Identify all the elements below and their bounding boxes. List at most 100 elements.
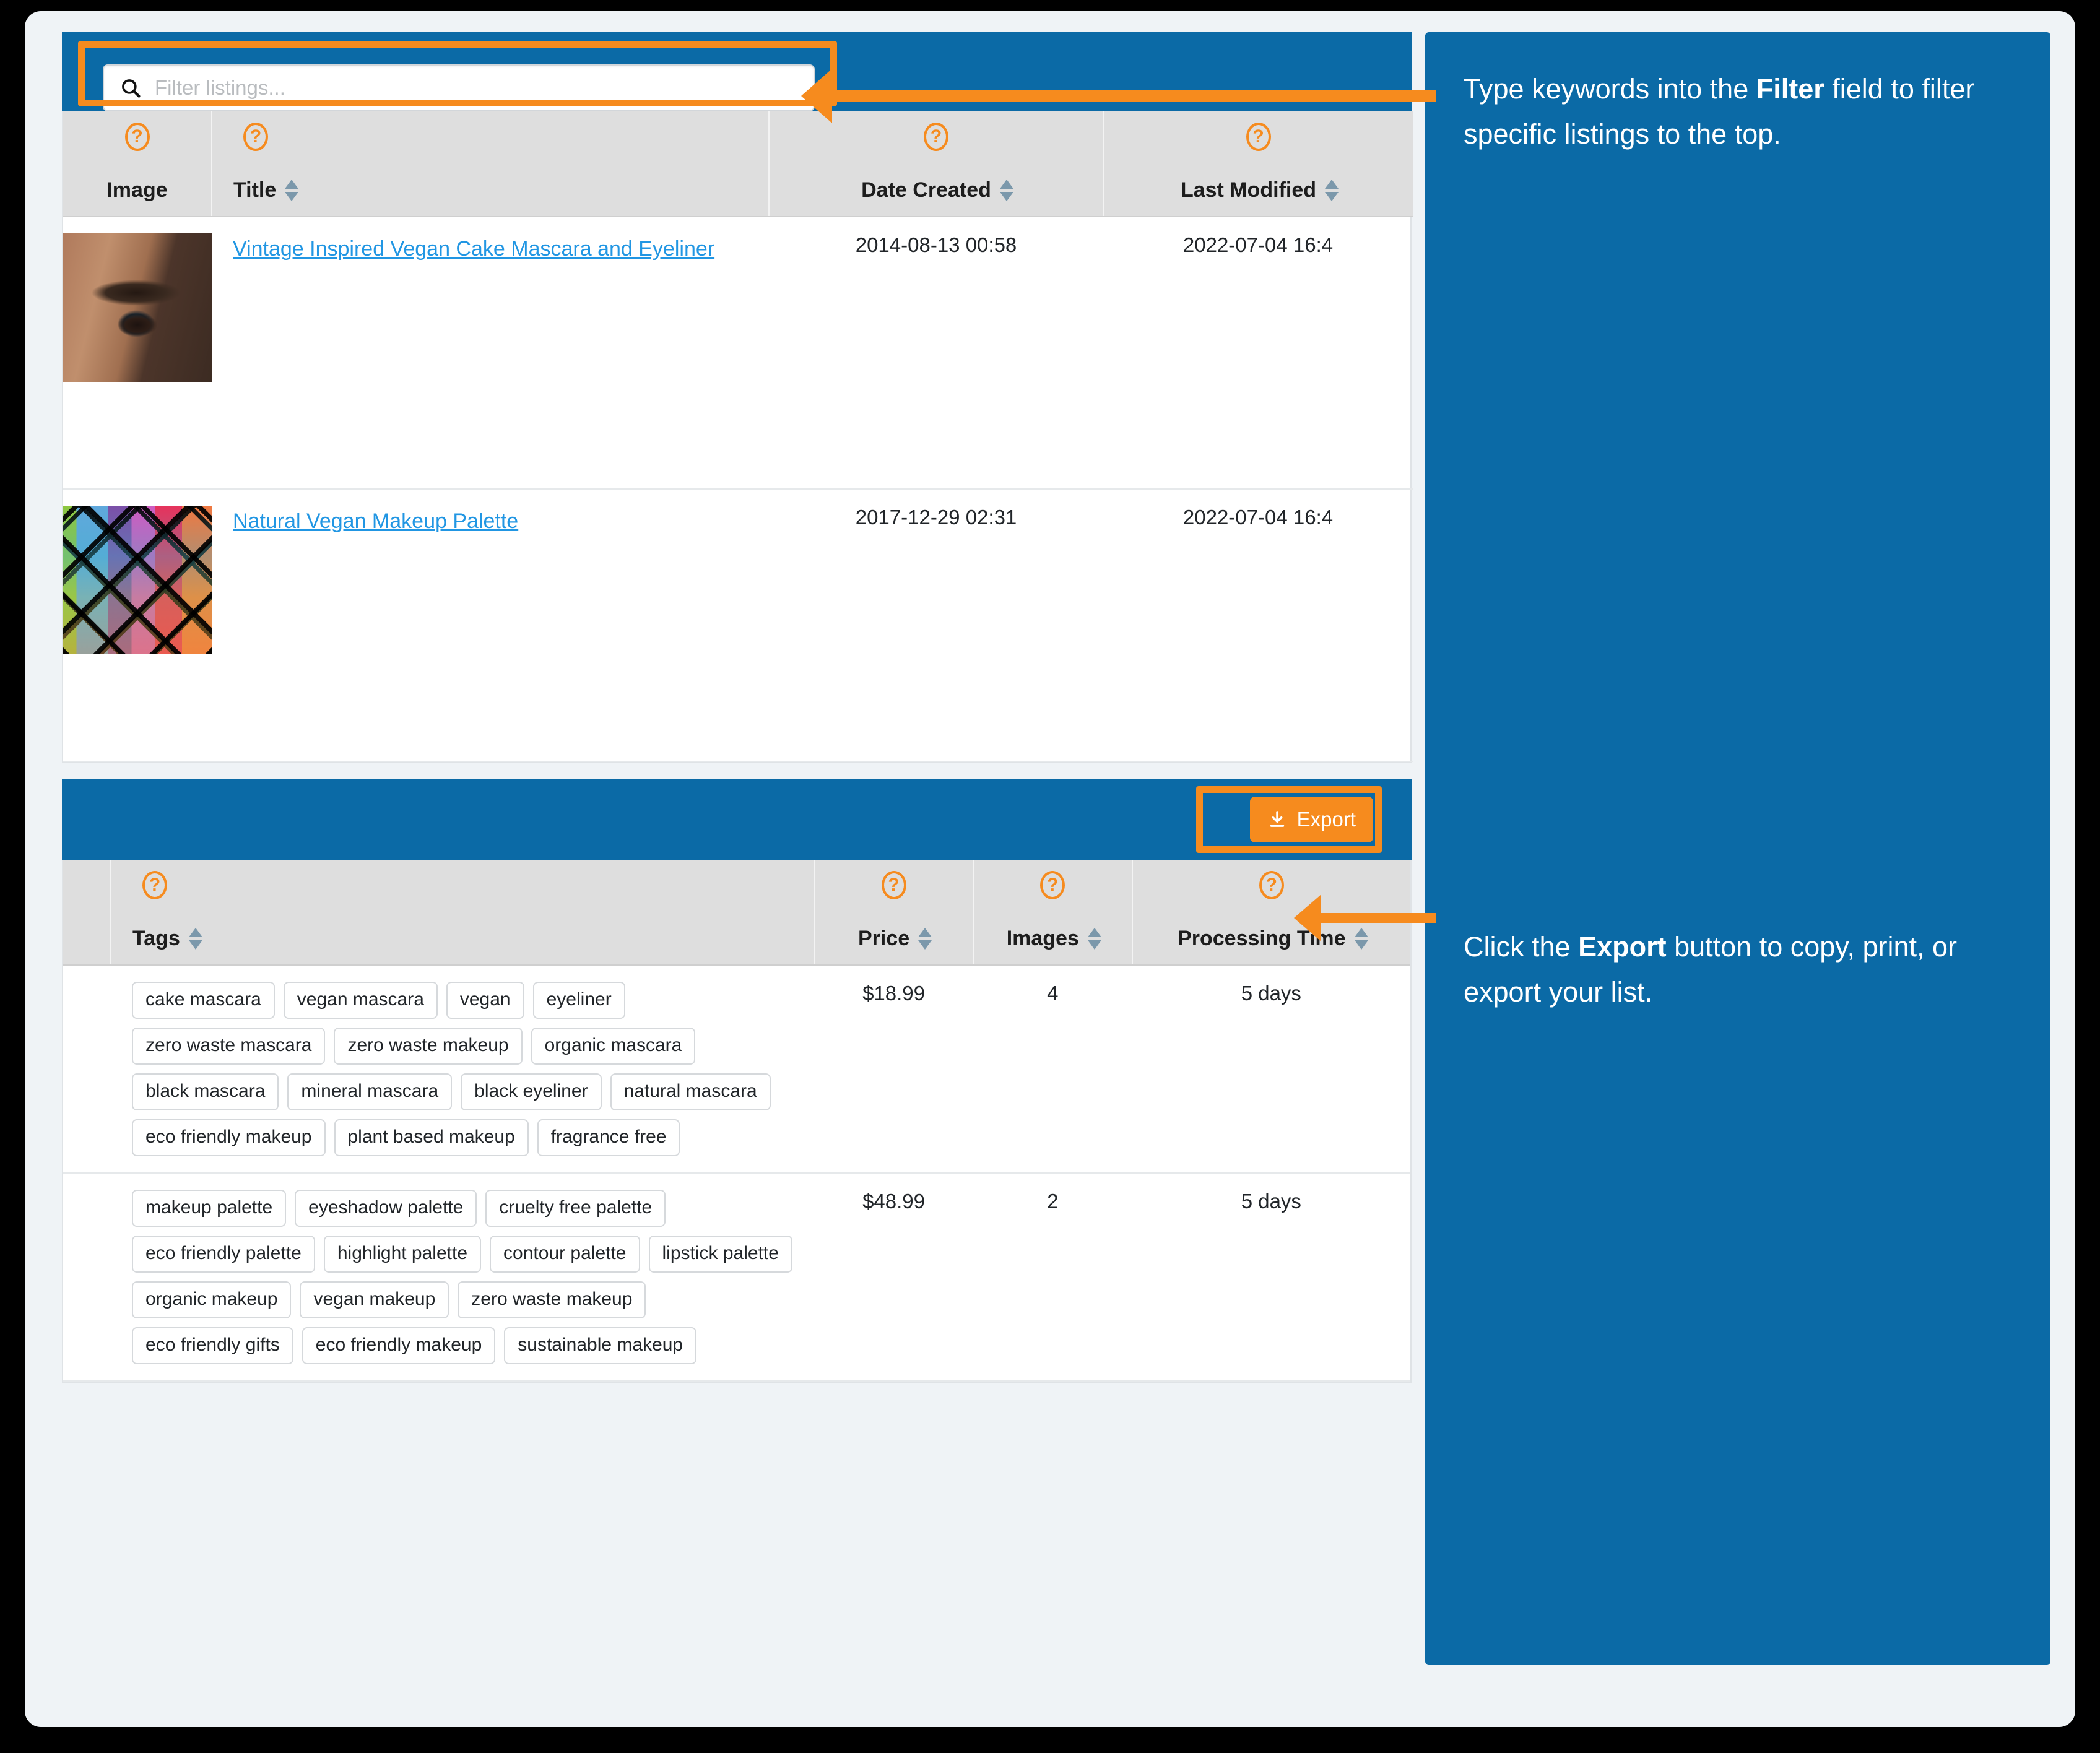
sort-toggle-icon[interactable] bbox=[1325, 180, 1339, 201]
column-label: Last Modified bbox=[1180, 178, 1317, 202]
tag-pill[interactable]: zero waste makeup bbox=[458, 1281, 646, 1318]
filter-search-box[interactable] bbox=[103, 64, 815, 111]
help-icon[interactable]: ? bbox=[124, 123, 150, 151]
listing-image bbox=[63, 233, 212, 382]
listing-title-link[interactable]: Vintage Inspired Vegan Cake Mascara and … bbox=[233, 237, 714, 261]
help-icon[interactable]: ? bbox=[1259, 871, 1284, 899]
export-button-label: Export bbox=[1296, 808, 1356, 831]
column-label: Tags bbox=[132, 927, 180, 950]
tag-pill[interactable]: eyeshadow palette bbox=[295, 1190, 477, 1227]
tag-pill[interactable]: fragrance free bbox=[537, 1119, 680, 1156]
tag-pill[interactable]: lipstick palette bbox=[648, 1236, 792, 1273]
tag-pill[interactable]: eco friendly makeup bbox=[132, 1119, 326, 1156]
column-header-last-modified[interactable]: ? Last Modified bbox=[1103, 111, 1413, 217]
tag-pill[interactable]: organic mascara bbox=[531, 1028, 696, 1065]
price-value: $48.99 bbox=[814, 1173, 973, 1382]
callout-export-part1: Click the bbox=[1464, 930, 1579, 963]
tags-cell: cake mascara vegan mascara vegan eyeliner ze… bbox=[111, 965, 815, 1174]
tag-pill[interactable]: highlight palette bbox=[323, 1236, 482, 1273]
tag-pill[interactable]: contour palette bbox=[490, 1236, 640, 1273]
tag-pill[interactable]: natural mascara bbox=[610, 1073, 771, 1110]
callout-filter-bold: Filter bbox=[1756, 73, 1824, 105]
details-table: ? Tags ? Price ? Images ? Processing Tim… bbox=[63, 860, 1410, 1382]
table-row[interactable]: makeup palette eyeshadow palette cruelty f… bbox=[63, 1173, 1410, 1382]
tag-pill[interactable]: sustainable makeup bbox=[504, 1327, 697, 1364]
listing-date-created: 2014-08-13 00:58 bbox=[769, 217, 1103, 490]
tag-pill[interactable]: zero waste makeup bbox=[334, 1028, 523, 1065]
listing-last-modified: 2022-07-04 16:4 bbox=[1103, 217, 1413, 490]
callout-filter-part1: Type keywords into the bbox=[1464, 73, 1756, 105]
details-header-row: ? Tags ? Price ? Images ? Processing Tim… bbox=[63, 860, 1410, 966]
tag-pill[interactable]: cake mascara bbox=[132, 982, 275, 1019]
sort-toggle-icon[interactable] bbox=[188, 928, 202, 950]
callout-filter-text: Type keywords into the Filter field to f… bbox=[1464, 67, 2012, 157]
export-button[interactable]: Export bbox=[1249, 797, 1373, 842]
tag-pill[interactable]: eco friendly palette bbox=[132, 1236, 315, 1273]
column-header-images[interactable]: ? Images bbox=[973, 860, 1133, 966]
column-header-price[interactable]: ? Price bbox=[814, 860, 974, 966]
panel-gap bbox=[62, 763, 1412, 779]
listings-header-row: ? Image ? Title ? Date Created ? Last Mo… bbox=[63, 111, 1413, 217]
details-table-card: ? Tags ? Price ? Images ? Processing Tim… bbox=[62, 860, 1412, 1383]
tag-pill[interactable]: makeup palette bbox=[132, 1190, 287, 1227]
sort-toggle-icon[interactable] bbox=[285, 180, 299, 201]
help-icon[interactable]: ? bbox=[142, 871, 168, 899]
tag-list: makeup palette eyeshadow palette cruelty f… bbox=[132, 1190, 807, 1364]
help-icon[interactable]: ? bbox=[1246, 123, 1271, 151]
sort-toggle-icon[interactable] bbox=[918, 928, 932, 950]
table-row[interactable]: cake mascara vegan mascara vegan eyeliner ze… bbox=[63, 965, 1410, 1174]
tag-list: cake mascara vegan mascara vegan eyeliner ze… bbox=[132, 982, 807, 1156]
tag-pill[interactable]: eco friendly makeup bbox=[302, 1327, 496, 1364]
column-label: Price bbox=[857, 927, 910, 950]
column-label: Images bbox=[1006, 927, 1079, 950]
listing-title-link[interactable]: Natural Vegan Makeup Palette bbox=[233, 509, 518, 533]
help-icon[interactable]: ? bbox=[243, 123, 268, 151]
help-icon[interactable]: ? bbox=[1040, 871, 1065, 899]
listing-last-modified: 2022-07-04 16:4 bbox=[1103, 489, 1413, 762]
tag-pill[interactable]: zero waste mascara bbox=[132, 1028, 326, 1065]
listings-table-card: ? Image ? Title ? Date Created ? Last Mo… bbox=[62, 111, 1413, 763]
tag-pill[interactable]: mineral mascara bbox=[287, 1073, 453, 1110]
tag-pill[interactable]: organic makeup bbox=[132, 1281, 292, 1318]
column-header-tags[interactable]: ? Tags bbox=[111, 860, 815, 966]
tag-pill[interactable]: plant based makeup bbox=[334, 1119, 529, 1156]
callout-arrow-filter bbox=[801, 69, 1436, 123]
column-header-title[interactable]: ? Title bbox=[212, 111, 770, 217]
column-header-image[interactable]: ? Image bbox=[63, 111, 212, 217]
callout-export-bold: Export bbox=[1578, 930, 1667, 963]
tag-pill[interactable]: black eyeliner bbox=[461, 1073, 602, 1110]
column-header-date-created[interactable]: ? Date Created bbox=[769, 111, 1104, 217]
sort-toggle-icon[interactable] bbox=[1354, 928, 1368, 950]
table-row[interactable]: Natural Vegan Makeup Palette 2017-12-29 … bbox=[63, 489, 1413, 762]
help-icon[interactable]: ? bbox=[924, 123, 948, 151]
listing-date-created: 2017-12-29 02:31 bbox=[769, 489, 1103, 762]
export-toolbar: Export bbox=[62, 779, 1412, 860]
tag-pill[interactable]: vegan makeup bbox=[300, 1281, 449, 1318]
processing-time-value: 5 days bbox=[1132, 965, 1410, 1174]
listings-table: ? Image ? Title ? Date Created ? Last Mo… bbox=[63, 111, 1413, 762]
sort-toggle-icon[interactable] bbox=[1087, 928, 1101, 950]
callout-panel: Type keywords into the Filter field to f… bbox=[1425, 32, 2050, 1665]
callout-export-text: Click the Export button to copy, print, … bbox=[1464, 925, 2012, 1015]
listing-thumbnail-cell bbox=[63, 217, 212, 490]
tag-pill[interactable]: black mascara bbox=[132, 1073, 279, 1110]
sort-toggle-icon[interactable] bbox=[999, 180, 1013, 201]
app-column: ? Image ? Title ? Date Created bbox=[62, 32, 1413, 1383]
processing-time-value: 5 days bbox=[1132, 1173, 1410, 1382]
tag-pill[interactable]: eyeliner bbox=[532, 982, 625, 1019]
table-row[interactable]: Vintage Inspired Vegan Cake Mascara and … bbox=[63, 217, 1413, 490]
listing-title-cell: Natural Vegan Makeup Palette bbox=[212, 489, 769, 762]
column-header-processing-time[interactable]: ? Processing Time bbox=[1132, 860, 1410, 966]
column-header-spacer bbox=[63, 860, 112, 966]
filter-search-input[interactable] bbox=[155, 76, 797, 100]
tag-pill[interactable]: vegan mascara bbox=[283, 982, 438, 1019]
listing-title-cell: Vintage Inspired Vegan Cake Mascara and … bbox=[212, 217, 769, 490]
images-count: 4 bbox=[973, 965, 1132, 1174]
tag-pill[interactable]: eco friendly gifts bbox=[132, 1327, 293, 1364]
callout-arrow-export bbox=[1294, 894, 1436, 941]
help-icon[interactable]: ? bbox=[881, 871, 906, 899]
tag-pill[interactable]: cruelty free palette bbox=[485, 1190, 666, 1227]
price-value: $18.99 bbox=[814, 965, 973, 1174]
listing-image bbox=[63, 506, 212, 654]
tag-pill[interactable]: vegan bbox=[446, 982, 524, 1019]
